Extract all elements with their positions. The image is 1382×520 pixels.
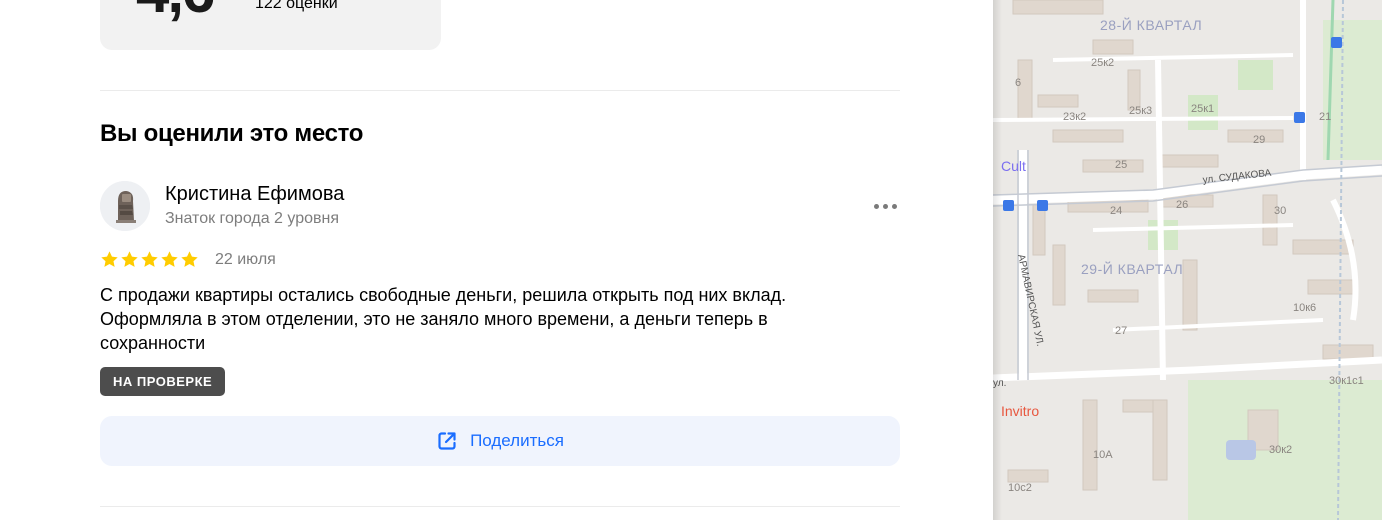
- review-date: 22 июля: [215, 251, 276, 268]
- svg-text:27: 27: [1115, 325, 1127, 337]
- svg-text:30: 30: [1274, 205, 1286, 217]
- svg-text:25к1: 25к1: [1191, 103, 1214, 115]
- svg-text:26: 26: [1176, 199, 1188, 211]
- rating-summary-card: 4,6 122 оценки: [100, 0, 441, 50]
- share-external-icon: [438, 432, 456, 450]
- svg-text:24: 24: [1110, 205, 1122, 217]
- more-horizontal-icon: [873, 203, 897, 209]
- svg-text:29: 29: [1253, 134, 1265, 146]
- review-text-line: сохранности: [100, 333, 206, 353]
- share-button[interactable]: Поделиться: [100, 416, 900, 466]
- rating-value: 4,6: [136, 0, 215, 22]
- svg-text:25к2: 25к2: [1091, 57, 1114, 69]
- svg-text:23к2: 23к2: [1063, 111, 1086, 123]
- building-3d: [1226, 440, 1256, 460]
- review-text: С продажи квартиры остались свободные де…: [100, 283, 890, 355]
- map-view[interactable]: 28-Й КВАРТАЛ 29-Й КВАРТАЛ ул. СУДАКОВА А…: [993, 0, 1382, 520]
- section-divider: [100, 506, 900, 507]
- svg-text:10А: 10А: [1093, 449, 1113, 461]
- svg-text:6: 6: [1015, 77, 1021, 89]
- star-icon: [141, 251, 158, 267]
- rating-stars: [100, 250, 199, 269]
- svg-text:25к3: 25к3: [1129, 105, 1152, 117]
- svg-text:25: 25: [1115, 159, 1127, 171]
- district-label: 29-Й КВАРТАЛ: [1081, 260, 1183, 277]
- moderation-status-badge: НА ПРОВЕРКЕ: [100, 367, 226, 396]
- svg-text:10с2: 10с2: [1008, 482, 1032, 494]
- svg-text:10к6: 10к6: [1293, 302, 1316, 314]
- review-text-line: С продажи квартиры остались свободные де…: [100, 285, 787, 305]
- district-label: 28-Й КВАРТАЛ: [1100, 16, 1202, 33]
- author-name[interactable]: Кристина Ефимова: [165, 183, 344, 206]
- your-rating-title: Вы оценили это место: [100, 120, 364, 147]
- park-area: [1238, 60, 1273, 90]
- section-divider: [100, 90, 900, 91]
- map-edge-shadow: [993, 0, 1002, 520]
- star-icon: [121, 251, 138, 267]
- svg-text:30к1с1: 30к1с1: [1329, 375, 1364, 387]
- avatar[interactable]: [100, 181, 150, 231]
- svg-text:21: 21: [1319, 111, 1331, 123]
- star-icon: [181, 251, 198, 267]
- star-icon: [161, 251, 178, 267]
- more-options-button[interactable]: [868, 194, 902, 218]
- svg-text:30к2: 30к2: [1269, 444, 1292, 456]
- poi-label: Cult: [1001, 158, 1026, 174]
- place-reviews-panel: 4,6 122 оценки Вы оценили это место Крис…: [0, 0, 993, 520]
- poi-label: Invitro: [1001, 403, 1039, 419]
- rating-count: 122 оценки: [255, 0, 338, 12]
- review-text-line: Оформляла в этом отделении, это не занял…: [100, 309, 768, 329]
- author-level: Знаток города 2 уровня: [165, 210, 340, 227]
- share-label: Поделиться: [470, 431, 564, 450]
- map-canvas[interactable]: 28-Й КВАРТАЛ 29-Й КВАРТАЛ ул. СУДАКОВА А…: [993, 0, 1382, 520]
- star-icon: [101, 251, 118, 267]
- avatar-image: [100, 181, 150, 231]
